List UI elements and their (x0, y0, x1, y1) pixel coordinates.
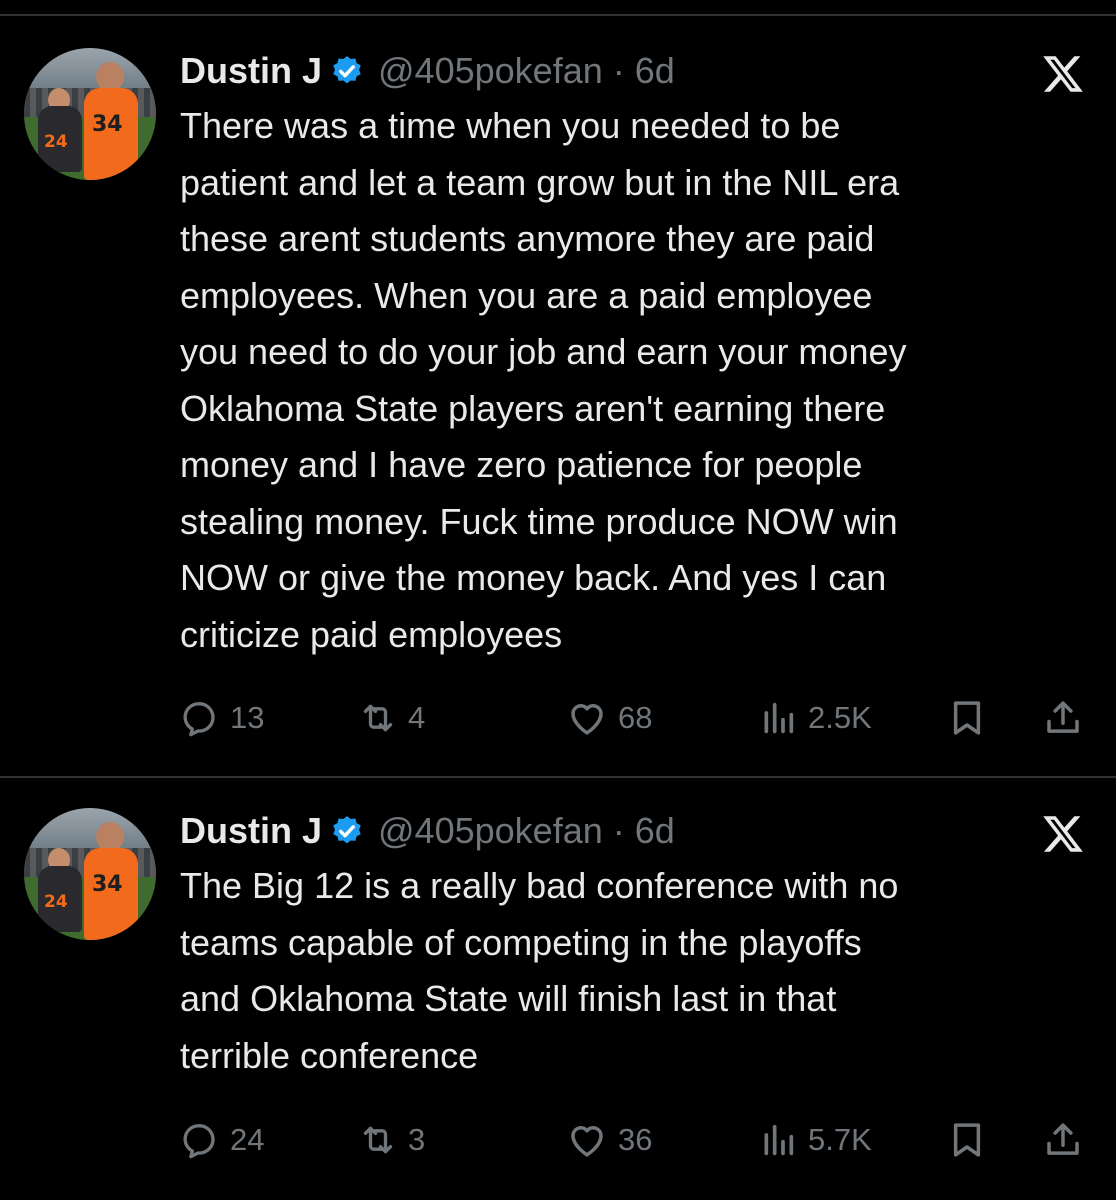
tweet-text-line: these arent students anymore they are pa… (180, 218, 875, 259)
action-bar: 24 3 36 5.7K (180, 1118, 1090, 1162)
bookmark-icon (953, 1123, 981, 1157)
bookmark-button[interactable] (946, 696, 998, 740)
tweet-text-line: money and I have zero patience for peopl… (180, 444, 863, 485)
retweet-icon (363, 704, 393, 732)
repost-button[interactable]: 3 (358, 1118, 425, 1162)
verified-badge-icon (333, 56, 361, 84)
reply-icon (183, 1124, 215, 1159)
reply-count: 13 (230, 700, 265, 735)
like-icon (571, 1126, 603, 1157)
tweet-text: The Big 12 is a really bad conference wi… (180, 858, 1090, 1084)
x-logo-icon (1043, 816, 1083, 852)
like-button[interactable]: 36 (566, 1118, 652, 1162)
share-icon (1047, 1123, 1079, 1155)
tweet-text-line: criticize paid employees (180, 613, 563, 655)
view-count: 2.5K (808, 700, 872, 735)
like-count: 68 (618, 700, 653, 735)
tweet-text-line: you need to do your job and earn your mo… (180, 331, 907, 372)
avatar[interactable]: 24 34 (24, 808, 156, 940)
like-count: 36 (618, 1122, 653, 1157)
share-button[interactable] (1042, 1118, 1094, 1162)
tweet-text-line: There was a time when you needed to be (180, 105, 841, 146)
views-icon (764, 1124, 794, 1156)
views-button[interactable]: 2.5K (758, 696, 872, 740)
author-name[interactable]: Dustin J (180, 50, 322, 92)
avatar[interactable]: 24 34 (24, 48, 156, 180)
repost-count: 4 (408, 700, 426, 735)
tweet-text-line: Oklahoma State players aren't earning th… (180, 387, 886, 429)
share-button[interactable] (1042, 696, 1094, 740)
reply-button[interactable]: 24 (180, 1118, 264, 1162)
retweet-icon (363, 1126, 393, 1154)
tweet-text-line: employees. When you are a paid employee (180, 274, 873, 316)
tweet-header: Dustin J @405pokefan · 6d (180, 46, 675, 96)
view-count: 5.7K (808, 1122, 872, 1157)
tweet-text-line: The Big 12 is a really bad conference wi… (180, 865, 899, 906)
views-icon (764, 702, 794, 734)
like-icon (571, 704, 603, 735)
top-divider (0, 14, 1116, 16)
share-icon (1047, 701, 1079, 733)
reply-count: 24 (230, 1122, 265, 1157)
tweet-text-line: stealing money. Fuck time produce NOW wi… (180, 500, 898, 542)
tweet-text-line: NOW or give the money back. And yes I ca… (180, 557, 887, 598)
author-name[interactable]: Dustin J (180, 810, 322, 852)
verified-badge-icon (333, 816, 361, 844)
tweet-divider (0, 776, 1116, 778)
bookmark-button[interactable] (946, 1118, 998, 1162)
action-bar: 13 4 68 2.5K (180, 696, 1090, 740)
tweet-text-line: teams capable of competing in the playof… (180, 921, 862, 963)
author-handle[interactable]: @405pokefan · 6d (378, 810, 675, 852)
tweet-header: Dustin J @405pokefan · 6d (180, 806, 675, 856)
views-button[interactable]: 5.7K (758, 1118, 872, 1162)
reply-button[interactable]: 13 (180, 696, 264, 740)
x-logo-icon (1043, 56, 1083, 92)
tweet-text-line: terrible conference (180, 1034, 479, 1076)
repost-button[interactable]: 4 (358, 696, 425, 740)
bookmark-icon (953, 701, 981, 735)
like-button[interactable]: 68 (566, 696, 652, 740)
tweet-text-line: patient and let a team grow but in the N… (180, 161, 900, 203)
tweet-text: There was a time when you needed to be p… (180, 98, 1090, 663)
author-handle[interactable]: @405pokefan · 6d (378, 50, 675, 92)
reply-icon (183, 702, 215, 737)
tweet-text-line: and Oklahoma State will finish last in t… (180, 978, 837, 1019)
repost-count: 3 (408, 1122, 426, 1157)
